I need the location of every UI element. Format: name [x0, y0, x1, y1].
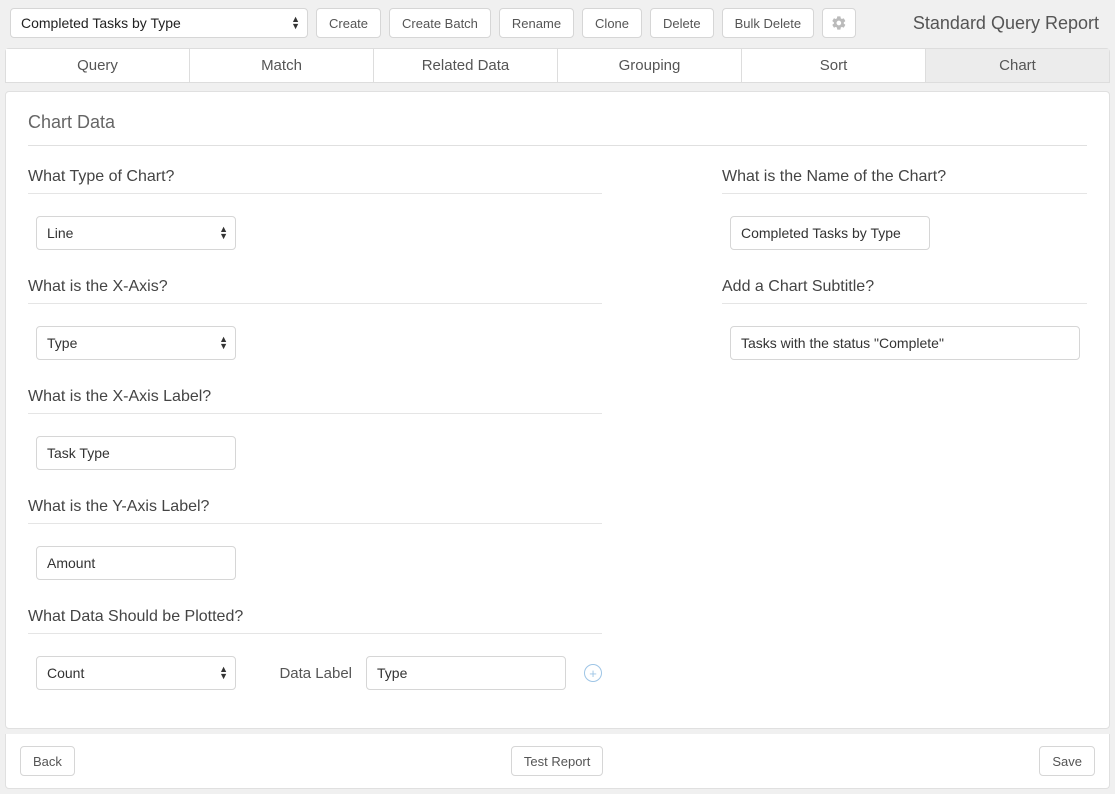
data-label-caption: Data Label — [279, 665, 352, 682]
data-label-input[interactable] — [366, 656, 566, 690]
test-report-button[interactable]: Test Report — [511, 746, 603, 776]
right-column: What is the Name of the Chart? Add a Cha… — [722, 162, 1087, 712]
save-button[interactable]: Save — [1039, 746, 1095, 776]
chart-type-select[interactable]: Line — [36, 216, 236, 250]
back-button[interactable]: Back — [20, 746, 75, 776]
app-root: Completed Tasks by Type ▲▼ Create Create… — [0, 0, 1115, 789]
plot-aggregation-select[interactable]: Count — [36, 656, 236, 690]
page-title: Standard Query Report — [913, 13, 1105, 34]
tabs: Query Match Related Data Grouping Sort C… — [5, 48, 1110, 83]
tab-grouping[interactable]: Grouping — [558, 49, 742, 82]
chart-subtitle-input[interactable] — [730, 326, 1080, 360]
y-axis-label-heading: What is the Y-Axis Label? — [28, 492, 602, 524]
x-axis-label-input[interactable] — [36, 436, 236, 470]
chart-name-input[interactable] — [730, 216, 930, 250]
create-button[interactable]: Create — [316, 8, 381, 38]
chart-type-heading: What Type of Chart? — [28, 162, 602, 194]
report-select[interactable]: Completed Tasks by Type — [10, 8, 308, 38]
delete-button[interactable]: Delete — [650, 8, 714, 38]
chart-subtitle-heading: Add a Chart Subtitle? — [722, 272, 1087, 304]
gear-icon — [831, 15, 847, 31]
tab-match[interactable]: Match — [190, 49, 374, 82]
report-select-wrapper: Completed Tasks by Type ▲▼ — [10, 8, 308, 38]
x-axis-heading: What is the X-Axis? — [28, 272, 602, 304]
clone-button[interactable]: Clone — [582, 8, 642, 38]
plot-heading: What Data Should be Plotted? — [28, 602, 602, 634]
add-plot-icon[interactable]: + — [584, 664, 602, 682]
tab-related-data[interactable]: Related Data — [374, 49, 558, 82]
rename-button[interactable]: Rename — [499, 8, 574, 38]
x-axis-label-heading: What is the X-Axis Label? — [28, 382, 602, 414]
create-batch-button[interactable]: Create Batch — [389, 8, 491, 38]
footer: Back Test Report Save — [5, 734, 1110, 789]
tab-sort[interactable]: Sort — [742, 49, 926, 82]
x-axis-select[interactable]: Type — [36, 326, 236, 360]
tab-chart[interactable]: Chart — [926, 49, 1109, 82]
columns: What Type of Chart? Line ▲▼ What is the … — [28, 162, 1087, 712]
chart-name-heading: What is the Name of the Chart? — [722, 162, 1087, 194]
left-column: What Type of Chart? Line ▲▼ What is the … — [28, 162, 602, 712]
y-axis-label-input[interactable] — [36, 546, 236, 580]
topbar: Completed Tasks by Type ▲▼ Create Create… — [0, 0, 1115, 48]
settings-button[interactable] — [822, 8, 856, 38]
tab-query[interactable]: Query — [6, 49, 190, 82]
panel-title: Chart Data — [28, 112, 1087, 146]
chart-data-panel: Chart Data What Type of Chart? Line ▲▼ W… — [5, 91, 1110, 729]
bulk-delete-button[interactable]: Bulk Delete — [722, 8, 814, 38]
